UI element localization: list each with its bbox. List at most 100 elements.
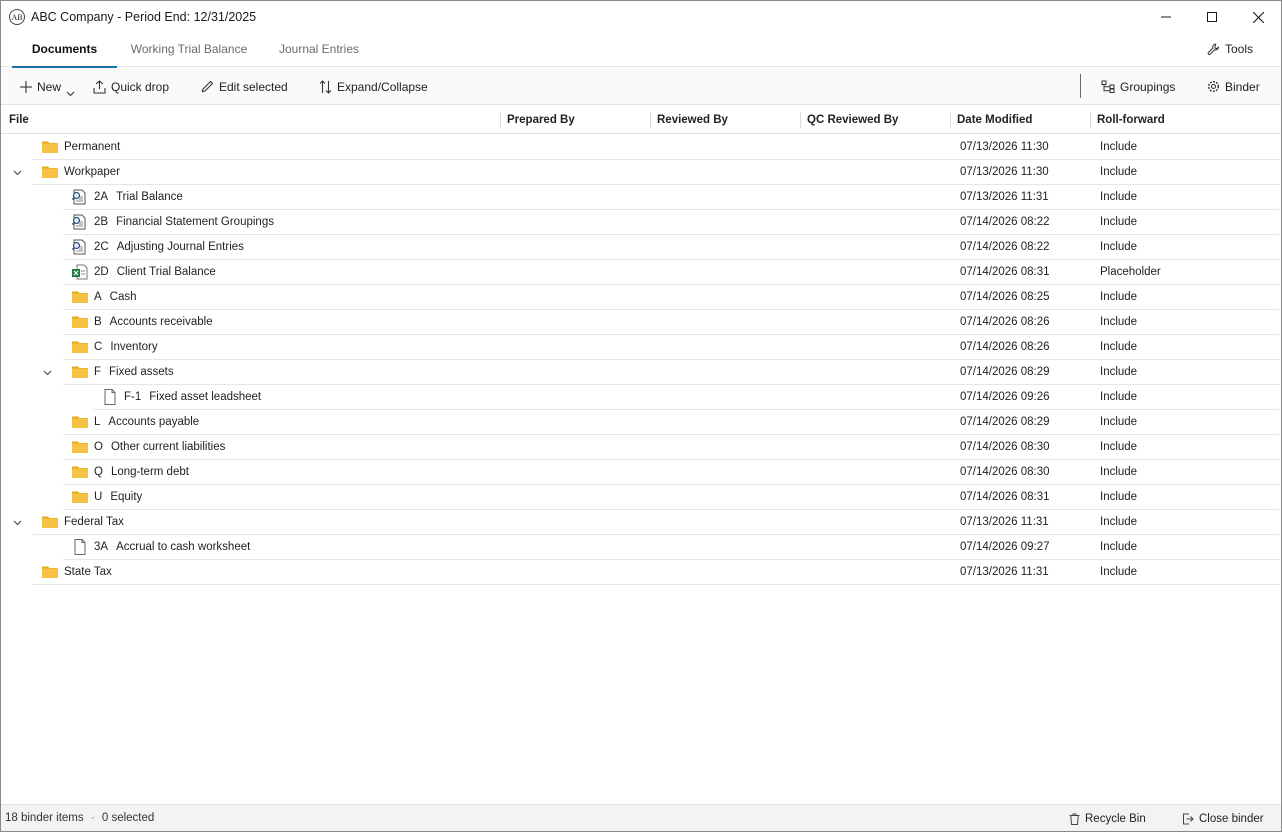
tab-bar: Documents Working Trial Balance Journal … bbox=[1, 33, 1281, 68]
quick-drop-button[interactable]: Quick drop bbox=[93, 68, 169, 105]
file-name: Other current liabilities bbox=[110, 441, 226, 453]
file-name: Financial Statement Groupings bbox=[116, 216, 274, 228]
roll-forward-cell: Include bbox=[1100, 516, 1138, 528]
table-row[interactable]: U Equity 07/14/2026 08:31 Include bbox=[1, 485, 1281, 510]
hierarchy-icon bbox=[1101, 80, 1115, 93]
column-header-prepared-by[interactable]: Prepared By bbox=[507, 106, 575, 134]
column-resize-handle[interactable] bbox=[1090, 112, 1091, 128]
roll-forward-cell: Include bbox=[1100, 366, 1138, 378]
new-button[interactable]: New bbox=[20, 68, 75, 105]
status-summary: 18 binder items · 0 selected bbox=[5, 805, 154, 832]
column-header-qc-reviewed-by[interactable]: QC Reviewed By bbox=[807, 106, 898, 134]
close-binder-button[interactable]: Close binder bbox=[1182, 805, 1264, 832]
roll-forward-cell: Include bbox=[1100, 416, 1138, 428]
table-row[interactable]: State Tax 07/13/2026 11:31 Include bbox=[1, 560, 1281, 585]
table-row[interactable]: A Cash 07/14/2026 08:25 Include bbox=[1, 285, 1281, 310]
roll-forward-cell: Placeholder bbox=[1100, 266, 1161, 278]
row-divider bbox=[33, 584, 1279, 585]
expand-chevron-icon[interactable] bbox=[11, 167, 23, 179]
file-name: Workpaper bbox=[64, 166, 121, 178]
file-name-cell: 2B Financial Statement Groupings bbox=[94, 210, 274, 235]
tools-label: Tools bbox=[1224, 42, 1253, 56]
column-header-file[interactable]: File bbox=[9, 106, 29, 134]
chevron-down-icon bbox=[66, 91, 75, 96]
tab-journal-entries[interactable]: Journal Entries bbox=[271, 33, 367, 67]
minimize-button[interactable] bbox=[1143, 1, 1189, 33]
tools-button[interactable]: Tools bbox=[1207, 33, 1253, 65]
binder-button[interactable]: Binder bbox=[1207, 68, 1260, 105]
file-code: F bbox=[94, 366, 102, 378]
edit-selected-label: Edit selected bbox=[219, 79, 288, 94]
window-controls bbox=[1143, 1, 1281, 33]
table-row[interactable]: Workpaper 07/13/2026 11:30 Include bbox=[1, 160, 1281, 185]
roll-forward-cell: Include bbox=[1100, 241, 1138, 253]
file-tree: Permanent 07/13/2026 11:30 Include Workpape… bbox=[1, 135, 1281, 585]
column-resize-handle[interactable] bbox=[950, 112, 951, 128]
maximize-button[interactable] bbox=[1189, 1, 1235, 33]
date-modified-cell: 07/14/2026 09:27 bbox=[960, 541, 1050, 553]
expand-chevron-icon[interactable] bbox=[41, 367, 53, 379]
expand-chevron-icon[interactable] bbox=[11, 517, 23, 529]
file-name-cell: L Accounts payable bbox=[94, 410, 199, 435]
file-name: Permanent bbox=[64, 141, 121, 153]
column-header-roll-forward[interactable]: Roll-forward bbox=[1097, 106, 1165, 134]
file-code: U bbox=[94, 491, 103, 503]
report-document-icon bbox=[71, 239, 89, 255]
table-row[interactable]: 2C Adjusting Journal Entries 07/14/2026 08… bbox=[1, 235, 1281, 260]
column-header-date-modified[interactable]: Date Modified bbox=[957, 106, 1032, 134]
tab-working-trial-balance[interactable]: Working Trial Balance bbox=[125, 33, 253, 67]
table-row[interactable]: O Other current liabilities 07/14/2026 08:… bbox=[1, 435, 1281, 460]
excel-file-icon bbox=[71, 264, 89, 280]
blank-file-icon bbox=[101, 389, 119, 405]
table-row[interactable]: F Fixed assets 07/14/2026 08:29 Include bbox=[1, 360, 1281, 385]
column-resize-handle[interactable] bbox=[650, 112, 651, 128]
date-modified-cell: 07/14/2026 08:26 bbox=[960, 341, 1050, 353]
groupings-button[interactable]: Groupings bbox=[1101, 68, 1175, 105]
table-row[interactable]: Federal Tax 07/13/2026 11:31 Include bbox=[1, 510, 1281, 535]
table-row[interactable]: B Accounts receivable 07/14/2026 08:26 Incl… bbox=[1, 310, 1281, 335]
table-row[interactable]: L Accounts payable 07/14/2026 08:29 Include bbox=[1, 410, 1281, 435]
close-window-button[interactable] bbox=[1235, 1, 1281, 33]
table-row[interactable]: 3A Accrual to cash worksheet 07/14/2026 09… bbox=[1, 535, 1281, 560]
report-document-icon bbox=[71, 189, 89, 205]
date-modified-cell: 07/14/2026 08:30 bbox=[960, 441, 1050, 453]
column-resize-handle[interactable] bbox=[800, 112, 801, 128]
table-row[interactable]: 2D Client Trial Balance 07/14/2026 08:31 Pl… bbox=[1, 260, 1281, 285]
toolbar-divider bbox=[1080, 74, 1081, 98]
title-bar[interactable]: AB ABC Company - Period End: 12/31/2025 bbox=[1, 1, 1281, 33]
edit-selected-button[interactable]: Edit selected bbox=[201, 68, 288, 105]
file-name: Accounts payable bbox=[108, 416, 200, 428]
table-row[interactable]: F-1 Fixed asset leadsheet 07/14/2026 09:26… bbox=[1, 385, 1281, 410]
table-row[interactable]: Q Long-term debt 07/14/2026 08:30 Include bbox=[1, 460, 1281, 485]
expand-collapse-label: Expand/Collapse bbox=[337, 79, 428, 94]
table-row[interactable]: C Inventory 07/14/2026 08:26 Include bbox=[1, 335, 1281, 360]
tab-documents[interactable]: Documents bbox=[12, 33, 117, 68]
file-name: Long-term debt bbox=[110, 466, 189, 478]
file-name-cell: State Tax bbox=[64, 560, 112, 585]
expand-collapse-button[interactable]: Expand/Collapse bbox=[319, 68, 428, 105]
folder-icon bbox=[71, 289, 89, 305]
file-name: Accounts receivable bbox=[109, 316, 213, 328]
date-modified-cell: 07/14/2026 08:31 bbox=[960, 491, 1050, 503]
date-modified-cell: 07/14/2026 08:31 bbox=[960, 266, 1050, 278]
file-code: C bbox=[94, 341, 103, 353]
table-row[interactable]: 2A Trial Balance 07/13/2026 11:31 Include bbox=[1, 185, 1281, 210]
column-header-row: File Prepared By Reviewed By QC Reviewed… bbox=[1, 106, 1281, 134]
status-separator: · bbox=[90, 812, 95, 824]
groupings-label: Groupings bbox=[1120, 79, 1176, 94]
minimize-icon bbox=[1161, 16, 1171, 18]
table-row[interactable]: 2B Financial Statement Groupings 07/14/202… bbox=[1, 210, 1281, 235]
recycle-bin-button[interactable]: Recycle Bin bbox=[1069, 805, 1146, 832]
file-name-cell: 2C Adjusting Journal Entries bbox=[94, 235, 244, 260]
folder-icon bbox=[71, 414, 89, 430]
date-modified-cell: 07/13/2026 11:31 bbox=[960, 191, 1049, 203]
report-document-icon bbox=[71, 214, 89, 230]
date-modified-cell: 07/14/2026 08:29 bbox=[960, 416, 1050, 428]
file-code: L bbox=[94, 416, 101, 428]
roll-forward-cell: Include bbox=[1100, 466, 1138, 478]
column-resize-handle[interactable] bbox=[500, 112, 501, 128]
file-name-cell: 2D Client Trial Balance bbox=[94, 260, 216, 285]
column-header-reviewed-by[interactable]: Reviewed By bbox=[657, 106, 728, 134]
table-row[interactable]: Permanent 07/13/2026 11:30 Include bbox=[1, 135, 1281, 160]
roll-forward-cell: Include bbox=[1100, 141, 1138, 153]
